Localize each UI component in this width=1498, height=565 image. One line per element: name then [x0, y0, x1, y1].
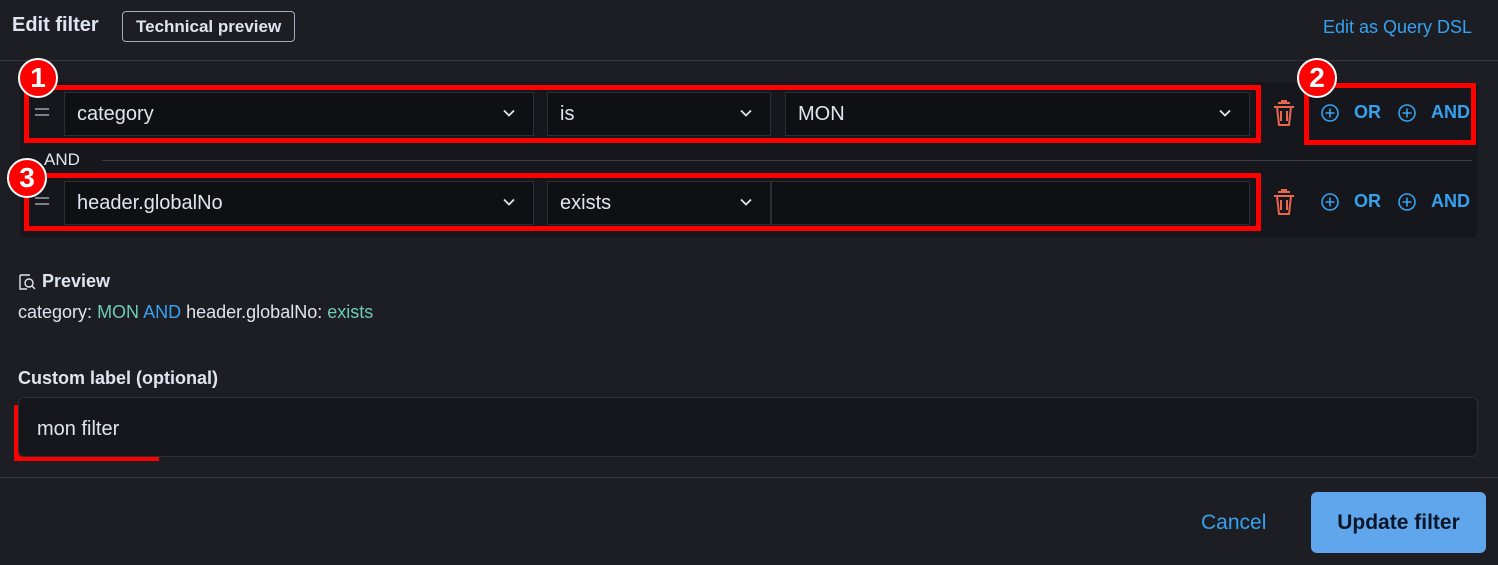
update-filter-button[interactable]: Update filter: [1311, 492, 1486, 553]
custom-label-input[interactable]: [18, 397, 1478, 457]
add-and-button[interactable]: AND: [1397, 191, 1470, 212]
modal-title: Edit filter: [12, 14, 99, 36]
technical-preview-badge: Technical preview: [122, 11, 296, 42]
annotation-badge-2: 2: [1297, 58, 1337, 98]
preview-value-2: exists: [327, 302, 374, 322]
trash-icon[interactable]: [1269, 99, 1299, 129]
custom-label-heading: Custom label (optional): [18, 368, 218, 388]
highlight-box-3: [24, 173, 1261, 231]
header-divider: [0, 60, 1498, 61]
and-separator-label: AND: [44, 150, 80, 169]
plus-circle-icon: [1398, 192, 1416, 211]
cancel-button[interactable]: Cancel: [1201, 511, 1266, 535]
preview-field-1: category:: [18, 302, 93, 322]
or-label: OR: [1354, 191, 1381, 211]
add-or-button[interactable]: OR: [1320, 191, 1381, 212]
annotation-badge-1: 1: [18, 58, 58, 98]
trash-icon[interactable]: [1269, 188, 1299, 218]
footer-divider: [0, 477, 1498, 478]
preview-field-2: header.globalNo:: [186, 302, 323, 322]
highlight-box-1: [24, 85, 1261, 143]
edit-as-query-dsl-link[interactable]: Edit as Query DSL: [1323, 17, 1472, 38]
preview-heading: Preview: [18, 271, 110, 292]
and-separator-line: [102, 160, 1472, 161]
annotation-badge-3: 3: [7, 158, 47, 198]
preview-operator: AND: [143, 302, 182, 322]
preview-title: Preview: [42, 271, 111, 291]
plus-circle-icon: [1321, 192, 1339, 211]
and-label: AND: [1431, 191, 1470, 211]
magnify-document-icon: [19, 273, 36, 290]
custom-label-value: mon filter: [37, 418, 120, 440]
preview-value-1: MON: [97, 302, 140, 322]
preview-query: category: MON AND header.globalNo: exist…: [18, 302, 373, 323]
